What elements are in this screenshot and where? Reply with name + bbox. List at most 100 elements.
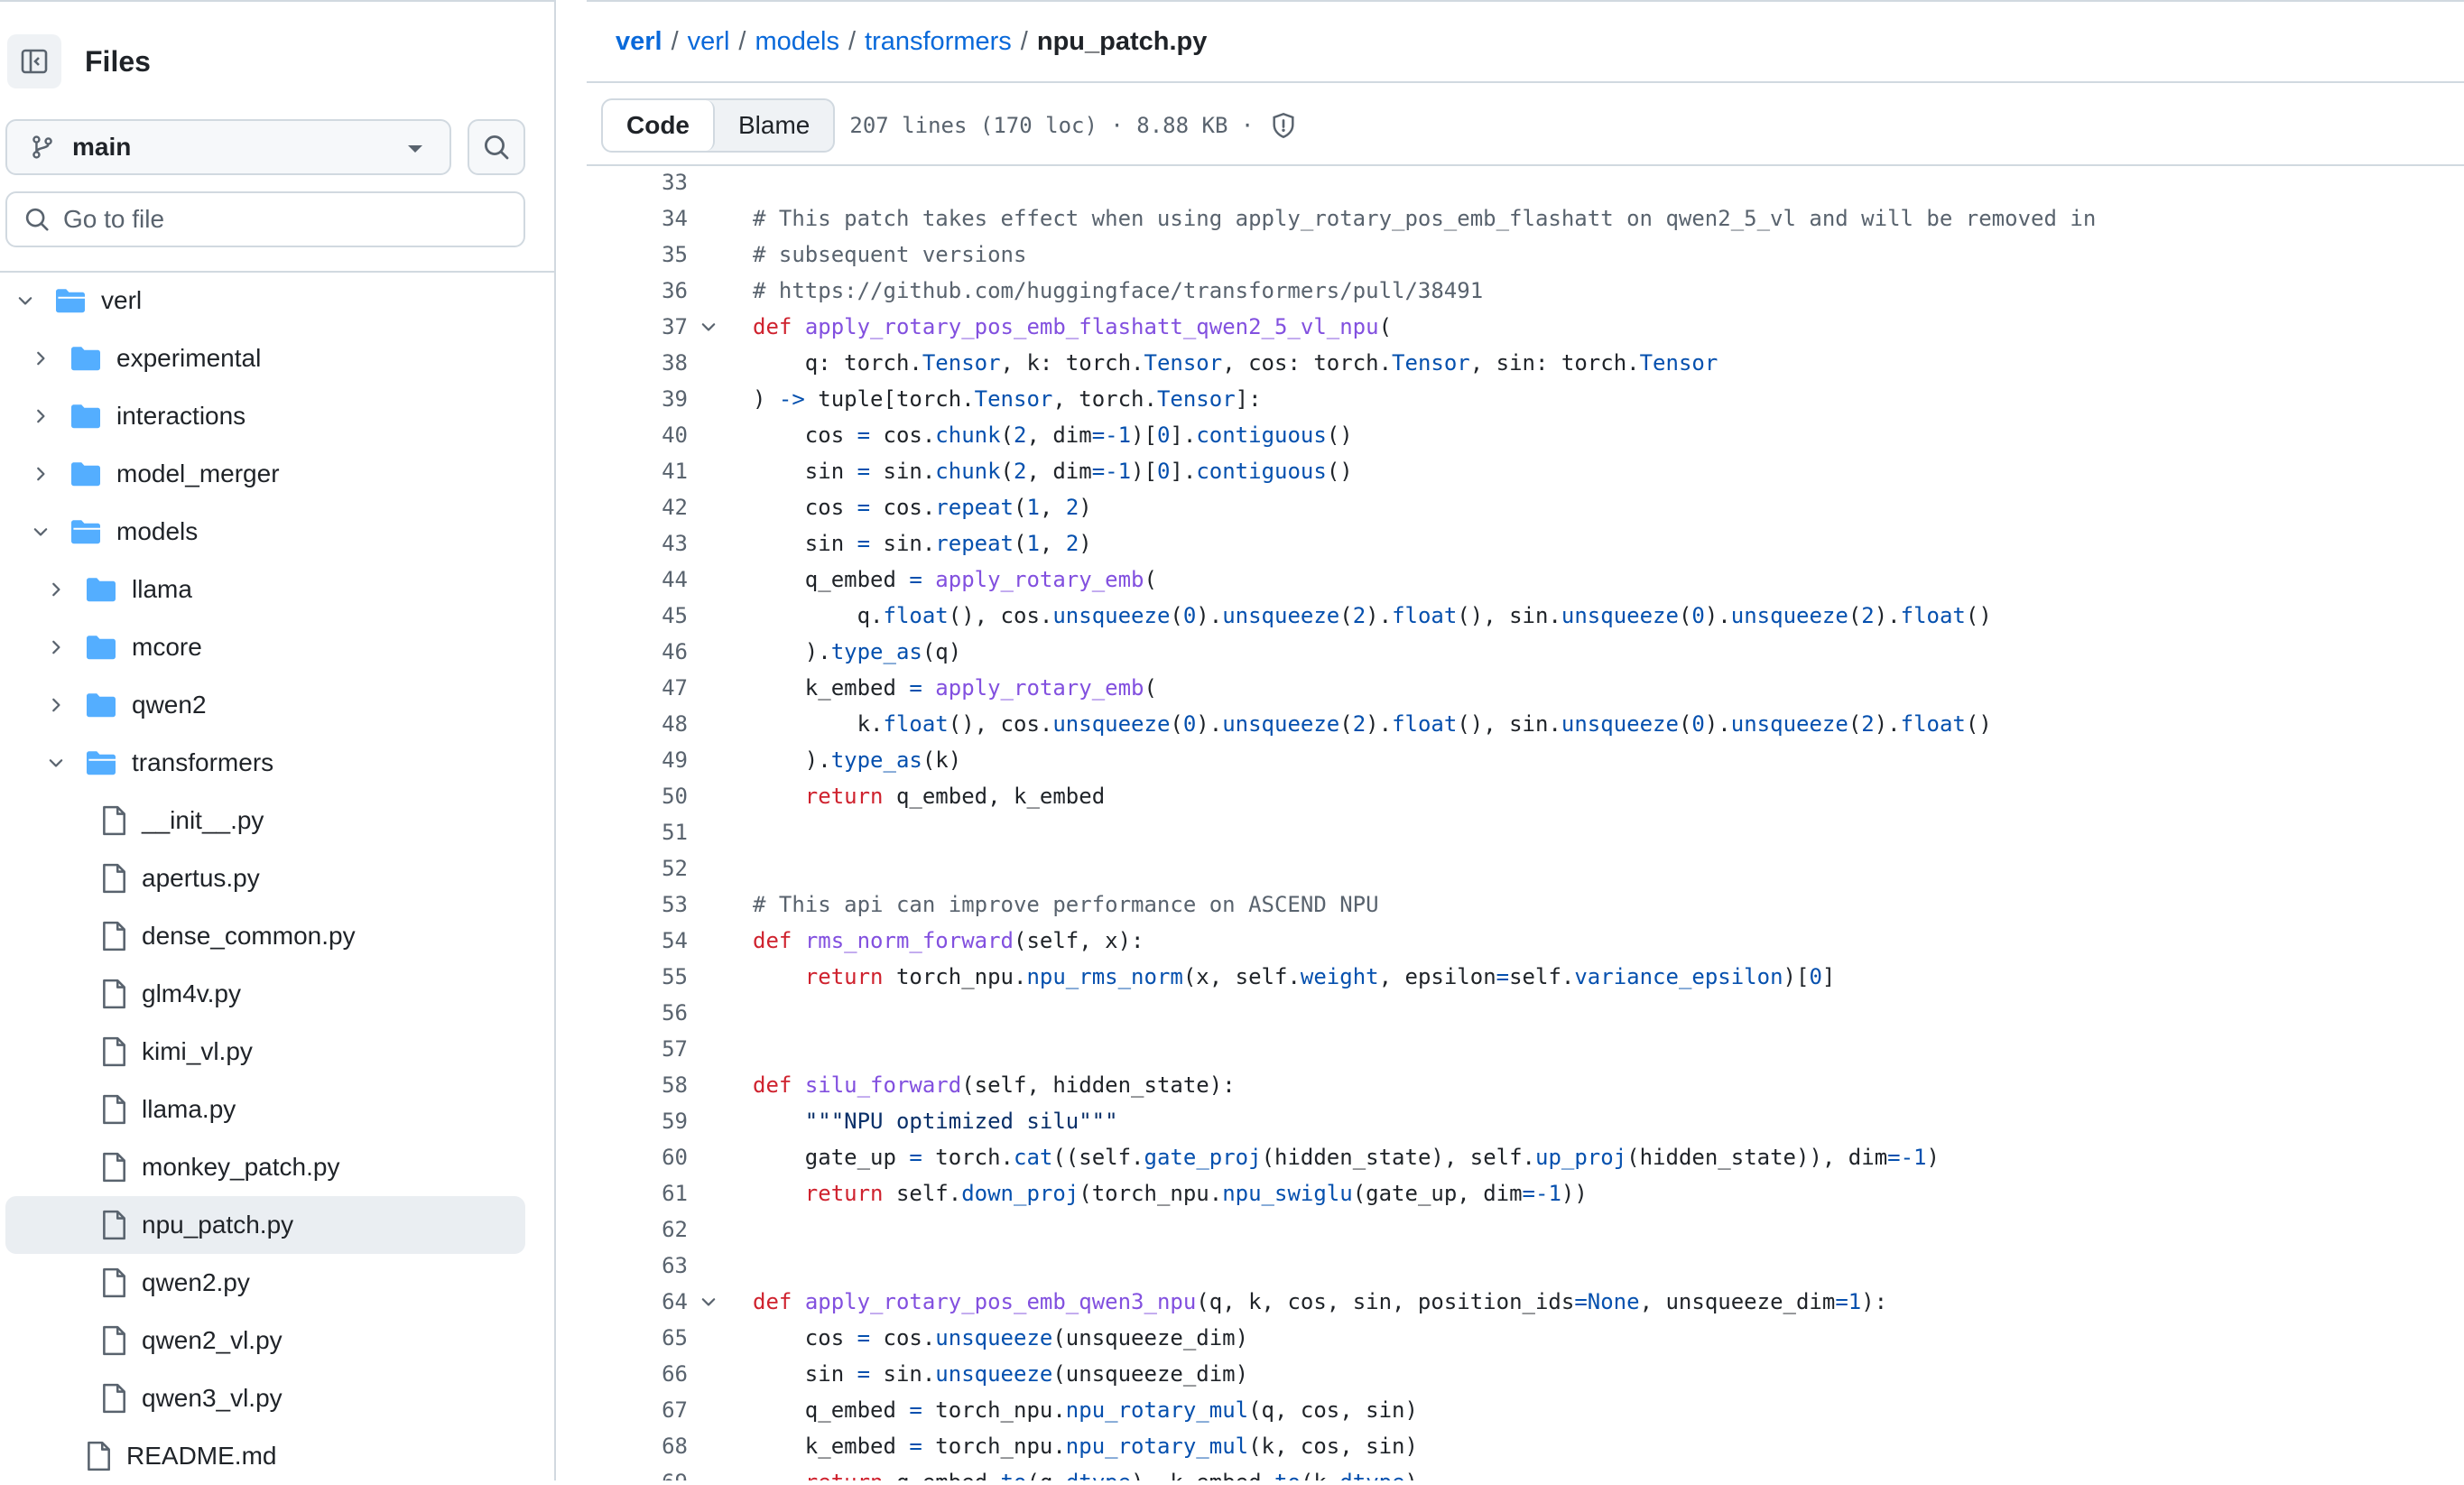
code-security-button[interactable] bbox=[1270, 112, 1297, 139]
line-number[interactable]: 44 bbox=[587, 562, 688, 598]
code-text: k_embed = apply_rotary_emb( bbox=[753, 675, 1157, 701]
code-text: return q_embed, k_embed bbox=[804, 784, 1106, 809]
line-number[interactable]: 65 bbox=[587, 1320, 688, 1356]
file-viewer: verl / verl / models / transformers / npu_patch.… bbox=[587, 0, 2464, 1480]
sidebar-title: Files bbox=[85, 44, 151, 78]
code-line: 43 sin = sin.repeat(1, 2) bbox=[587, 525, 2464, 562]
line-number[interactable]: 39 bbox=[587, 381, 688, 417]
chevron-down-icon bbox=[701, 1298, 716, 1306]
tree-chevron[interactable] bbox=[42, 637, 70, 657]
line-number[interactable]: 54 bbox=[587, 923, 688, 959]
line-number[interactable]: 63 bbox=[587, 1248, 688, 1284]
breadcrumb-link-verl[interactable]: verl bbox=[688, 27, 730, 56]
branch-selector[interactable]: main bbox=[5, 119, 451, 175]
tree-folder-item[interactable]: models bbox=[5, 503, 525, 561]
code-line: 45 q.float(), cos.unsqueeze(0).unsqueeze… bbox=[587, 598, 2464, 634]
tree-chevron[interactable] bbox=[26, 348, 55, 368]
tree-file-item[interactable]: llama.py bbox=[5, 1081, 525, 1138]
line-number[interactable]: 38 bbox=[587, 345, 688, 381]
line-number[interactable]: 33 bbox=[587, 166, 688, 200]
tree-file-item[interactable]: qwen2.py bbox=[5, 1254, 525, 1312]
tree-folder-item[interactable]: model_merger bbox=[5, 445, 525, 503]
code-text: q_embed = apply_rotary_emb( bbox=[753, 567, 1157, 592]
code-line: 54 def rms_norm_forward(self, x): bbox=[587, 923, 2464, 959]
line-number[interactable]: 60 bbox=[587, 1139, 688, 1175]
code-line: 33 bbox=[587, 166, 2464, 200]
line-number[interactable]: 42 bbox=[587, 489, 688, 525]
collapse-sidebar-button[interactable] bbox=[7, 34, 61, 88]
tree-folder-item[interactable]: llama bbox=[5, 561, 525, 618]
breadcrumb-link-transformers[interactable]: transformers bbox=[865, 27, 1012, 56]
search-button[interactable] bbox=[468, 119, 525, 175]
line-number[interactable]: 68 bbox=[587, 1428, 688, 1464]
tree-file-item[interactable]: apertus.py bbox=[5, 849, 525, 907]
line-number[interactable]: 40 bbox=[587, 417, 688, 453]
line-number[interactable]: 59 bbox=[587, 1103, 688, 1139]
line-number[interactable]: 57 bbox=[587, 1031, 688, 1067]
tree-chevron[interactable] bbox=[42, 695, 70, 715]
line-number[interactable]: 53 bbox=[587, 886, 688, 923]
code-line: 67 q_embed = torch_npu.npu_rotary_mul(q,… bbox=[587, 1392, 2464, 1428]
line-number[interactable]: 66 bbox=[587, 1356, 688, 1392]
line-number[interactable]: 41 bbox=[587, 453, 688, 489]
tree-folder-item[interactable]: mcore bbox=[5, 618, 525, 676]
code-text: cos = cos.repeat(1, 2) bbox=[753, 495, 1092, 520]
line-number[interactable]: 58 bbox=[587, 1067, 688, 1103]
tree-file-item[interactable]: glm4v.py bbox=[5, 965, 525, 1023]
tree-chevron[interactable] bbox=[26, 406, 55, 426]
tree-file-item[interactable]: __init__.py bbox=[5, 792, 525, 849]
breadcrumb-link-models[interactable]: models bbox=[755, 27, 839, 56]
line-number[interactable]: 49 bbox=[587, 742, 688, 778]
tree-file-item[interactable]: kimi_vl.py bbox=[5, 1023, 525, 1081]
tree-folder-item[interactable]: experimental bbox=[5, 329, 525, 387]
tree-file-item[interactable]: qwen3_vl.py bbox=[5, 1369, 525, 1427]
line-number[interactable]: 56 bbox=[587, 995, 688, 1031]
tree-chevron[interactable] bbox=[26, 464, 55, 484]
line-number[interactable]: 61 bbox=[587, 1175, 688, 1211]
tree-folder-item[interactable]: qwen2 bbox=[5, 676, 525, 734]
line-number[interactable]: 37 bbox=[587, 309, 688, 345]
tree-chevron[interactable] bbox=[26, 522, 55, 542]
line-number[interactable]: 51 bbox=[587, 814, 688, 850]
line-number[interactable]: 48 bbox=[587, 706, 688, 742]
line-number[interactable]: 45 bbox=[587, 598, 688, 634]
code-line: 49 ).type_as(k) bbox=[587, 742, 2464, 778]
fold-toggle[interactable] bbox=[699, 309, 718, 345]
line-number[interactable]: 52 bbox=[587, 850, 688, 886]
tree-folder-item[interactable]: verl bbox=[5, 272, 525, 329]
chevron-right-icon bbox=[37, 467, 45, 481]
line-number[interactable]: 35 bbox=[587, 237, 688, 273]
tree-file-item[interactable]: monkey_patch.py bbox=[5, 1138, 525, 1196]
go-to-file-input[interactable]: Go to file bbox=[5, 191, 525, 247]
line-number[interactable]: 36 bbox=[587, 273, 688, 309]
tree-chevron[interactable] bbox=[11, 291, 40, 311]
tab-blame[interactable]: Blame bbox=[715, 100, 833, 151]
tree-folder-item[interactable]: transformers bbox=[5, 734, 525, 792]
file-icon bbox=[103, 1210, 125, 1240]
file-icon bbox=[103, 1383, 125, 1414]
line-number[interactable]: 43 bbox=[587, 525, 688, 562]
tree-item-label: __init__.py bbox=[142, 806, 264, 834]
tab-code[interactable]: Code bbox=[603, 100, 715, 151]
tree-file-item[interactable]: npu_patch.py bbox=[5, 1196, 525, 1254]
line-number[interactable]: 67 bbox=[587, 1392, 688, 1428]
tree-file-item[interactable]: dense_common.py bbox=[5, 907, 525, 965]
chevron-right-icon bbox=[52, 640, 60, 654]
line-number[interactable]: 55 bbox=[587, 959, 688, 995]
line-number[interactable]: 50 bbox=[587, 778, 688, 814]
file-icon bbox=[103, 1267, 125, 1298]
tree-item-label: README.md bbox=[126, 1442, 277, 1470]
tree-folder-item[interactable]: interactions bbox=[5, 387, 525, 445]
line-number[interactable]: 47 bbox=[587, 670, 688, 706]
tree-chevron[interactable] bbox=[42, 580, 70, 599]
breadcrumb-link-repo[interactable]: verl bbox=[616, 27, 662, 56]
line-number[interactable]: 34 bbox=[587, 200, 688, 237]
line-number[interactable]: 46 bbox=[587, 634, 688, 670]
line-number[interactable]: 62 bbox=[587, 1211, 688, 1248]
line-number[interactable]: 69 bbox=[587, 1464, 688, 1480]
tree-file-item[interactable]: README.md bbox=[5, 1427, 525, 1485]
tree-file-item[interactable]: qwen2_vl.py bbox=[5, 1312, 525, 1369]
fold-toggle[interactable] bbox=[699, 1284, 718, 1320]
tree-chevron[interactable] bbox=[42, 753, 70, 773]
line-number[interactable]: 64 bbox=[587, 1284, 688, 1320]
